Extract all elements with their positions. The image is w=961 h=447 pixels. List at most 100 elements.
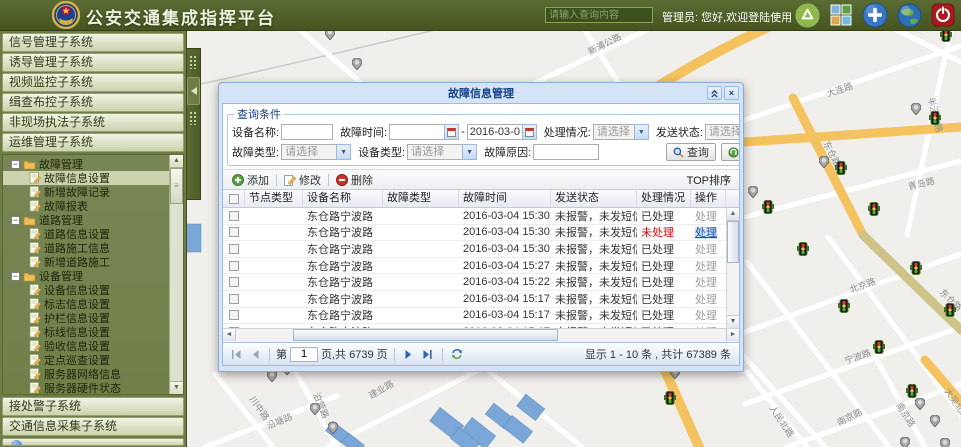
query-button[interactable]: 查询 (666, 143, 716, 161)
tree-item[interactable]: 服务器硬件状态 (3, 381, 169, 395)
tree-toggle-icon[interactable] (11, 216, 20, 225)
tree-item[interactable]: 故障信息设置 (3, 171, 169, 185)
scroll-up-icon[interactable]: ▲ (170, 155, 183, 168)
camera-icon[interactable] (930, 415, 940, 427)
last-page-button[interactable] (420, 346, 436, 362)
scroll-down-icon[interactable]: ▼ (170, 381, 183, 394)
tree-scrollbar-thumb[interactable] (170, 168, 183, 204)
fault-reason-input[interactable] (533, 144, 599, 160)
calendar-icon[interactable] (444, 124, 459, 140)
tree-item[interactable]: 故障管理 (3, 157, 169, 171)
device-type-select[interactable]: 请选择 ▼ (407, 144, 477, 160)
tree-item[interactable]: 道路信息设置 (3, 227, 169, 241)
device-name-input[interactable] (281, 124, 333, 140)
row-checkbox[interactable] (229, 310, 239, 320)
prev-page-button[interactable] (247, 346, 263, 362)
tree-item[interactable]: 新增道路施工 (3, 255, 169, 269)
tree-toggle-icon[interactable] (11, 160, 20, 169)
tree-item[interactable]: 道路施工信息 (3, 241, 169, 255)
table-row[interactable]: 东仓路宁波路 2016-03-04 15:17:01 未报警，未发短信 已处理 … (223, 291, 726, 308)
table-row[interactable]: 东仓路宁波路 2016-03-04 15:27:00 未报警，未发短信 已处理 … (223, 258, 726, 275)
process-link[interactable]: 处理 (695, 211, 717, 223)
table-row[interactable]: 东仓路宁波路 2016-03-04 15:17:01 未报警，未发短信 已处理 … (223, 308, 726, 325)
table-row[interactable]: 东仓路宁波路 2016-03-04 15:30:00 未报警，未发短信 已处理 … (223, 208, 726, 225)
process-link[interactable]: 处理 (695, 294, 717, 306)
table-row[interactable]: 东仓路宁波路 2016-03-04 15:30:00 未报警，未发短信 未处理 … (223, 225, 726, 242)
grid-header[interactable]: 节点类型 设备名称 故障类型 故障时间 发送状态 处理情况 操作 (223, 190, 739, 208)
grid-apps-icon[interactable] (828, 2, 854, 28)
traffic-light-icon[interactable] (940, 30, 952, 42)
row-checkbox[interactable] (229, 261, 239, 271)
calendar-icon[interactable] (522, 124, 537, 140)
scroll-up-icon[interactable]: ▲ (727, 208, 739, 221)
traffic-light-icon[interactable] (873, 341, 885, 354)
traffic-light-icon[interactable] (835, 162, 847, 175)
chevron-down-icon[interactable]: ▼ (336, 144, 351, 160)
traffic-light-icon[interactable] (797, 243, 809, 256)
column-header-send-status[interactable]: 发送状态 (551, 190, 637, 207)
row-checkbox[interactable] (229, 294, 239, 304)
column-header-fault-type[interactable]: 故障类型 (383, 190, 459, 207)
camera-icon[interactable] (900, 437, 910, 447)
tree-item[interactable]: 定点巡查设置 (3, 353, 169, 367)
power-icon[interactable] (930, 2, 956, 28)
camera-icon[interactable] (352, 58, 362, 70)
globe-icon[interactable] (896, 2, 922, 28)
scroll-left-icon[interactable]: ◄ (223, 329, 236, 341)
camera-icon[interactable] (940, 438, 950, 447)
camera-icon[interactable] (911, 103, 921, 115)
sidebar-panel-header[interactable]: 接处警子系统 (2, 397, 184, 416)
window-titlebar[interactable]: 故障信息管理 × (222, 83, 740, 103)
camera-icon[interactable] (915, 398, 925, 410)
sidebar-collapse-strip[interactable] (187, 48, 201, 200)
traffic-light-icon[interactable] (838, 300, 850, 313)
column-header-handle-status[interactable]: 处理情况 (637, 190, 691, 207)
sidebar-panel-header[interactable]: 缉查布控子系统 (2, 93, 184, 112)
edit-button[interactable]: 修改 (279, 172, 326, 188)
horizontal-scrollbar[interactable]: ◄ ► (223, 328, 739, 342)
process-link[interactable]: 处理 (695, 261, 717, 273)
scroll-right-icon[interactable]: ► (726, 329, 739, 341)
vertical-scrollbar-thumb[interactable] (727, 221, 739, 263)
camera-icon[interactable] (325, 30, 335, 40)
traffic-light-icon[interactable] (906, 385, 918, 398)
recycle-icon[interactable] (794, 2, 820, 28)
tree-item[interactable]: 服务器网络信息 (3, 367, 169, 381)
tree-item[interactable]: 验收信息设置 (3, 339, 169, 353)
table-row[interactable]: 东仓路宁波路 2016-03-04 15:22:50 未报警，未发短信 已处理 … (223, 274, 726, 291)
sidebar-panel-header[interactable]: 视频监控子系统 (2, 73, 184, 92)
process-link[interactable]: 处理 (695, 310, 717, 322)
window-close-button[interactable]: × (724, 86, 739, 100)
select-all-checkbox[interactable] (229, 194, 239, 204)
next-page-button[interactable] (401, 346, 417, 362)
sidebar-panel-header[interactable]: 运维管理子系统 (2, 133, 184, 152)
table-row[interactable]: 东仓路宁波路 2016-03-04 15:30:00 未报警，未发短信 已处理 … (223, 241, 726, 258)
handle-status-select[interactable]: 请选择 ▼ (593, 124, 649, 140)
scroll-down-icon[interactable]: ▼ (727, 315, 739, 328)
traffic-light-icon[interactable] (868, 203, 880, 216)
tree-scrollbar[interactable]: ▲ ▼ (169, 155, 183, 394)
camera-icon[interactable] (748, 186, 758, 198)
chevron-down-icon[interactable]: ▼ (634, 124, 649, 140)
collapse-left-icon[interactable] (187, 77, 200, 105)
tree-item[interactable]: 新增故障记录 (3, 185, 169, 199)
sidebar-panel-header[interactable]: 非现场执法子系统 (2, 113, 184, 132)
fault-type-select[interactable]: 请选择 ▼ (281, 144, 351, 160)
process-link[interactable]: 处理 (695, 227, 717, 239)
send-status-select[interactable]: 请选择 ▼ (705, 124, 740, 140)
row-checkbox[interactable] (229, 227, 239, 237)
tree-item[interactable]: 道路管理 (3, 213, 169, 227)
process-link[interactable]: 处理 (695, 244, 717, 256)
top-sort-button[interactable]: TOP排序 (687, 172, 735, 188)
tree-item[interactable]: 设备信息设置 (3, 283, 169, 297)
tree-item[interactable]: 故障报表 (3, 199, 169, 213)
tree-item[interactable]: 标线信息设置 (3, 325, 169, 339)
column-header-fault-time[interactable]: 故障时间 (459, 190, 551, 207)
column-header-device-name[interactable]: 设备名称 (303, 190, 383, 207)
add-button[interactable]: 添加 (227, 172, 274, 188)
traffic-light-icon[interactable] (762, 201, 774, 214)
row-checkbox[interactable] (229, 211, 239, 221)
column-header-operation[interactable]: 操作 (691, 190, 726, 207)
sidebar-panel-header[interactable]: 交通信息采集子系统 (2, 417, 184, 436)
refresh-icon[interactable] (449, 346, 465, 362)
